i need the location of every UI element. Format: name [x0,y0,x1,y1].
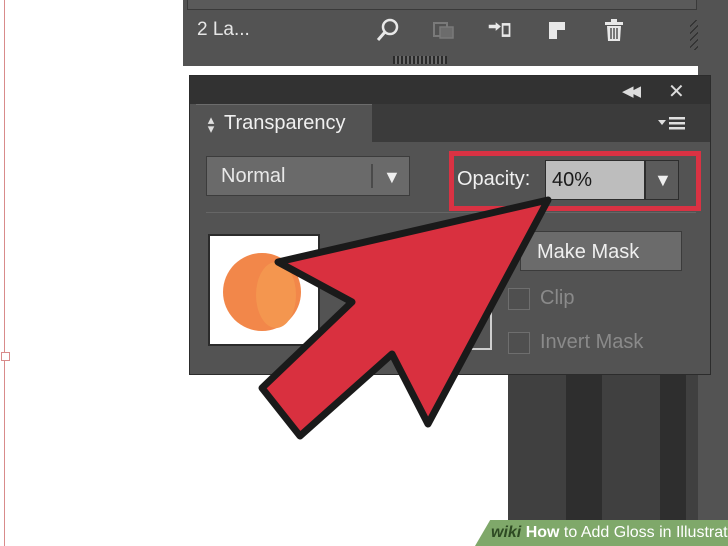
blend-mode-value: Normal [221,165,286,187]
footer-title: to Add Gloss in Illustrator [563,524,728,541]
artboard-edge-line [0,0,5,546]
clip-label: Clip [540,287,575,309]
panel-menu-icon[interactable] [654,112,690,136]
layers-panel: 2 La... [183,0,728,66]
transparency-panel: ◀◀ ✕ ▴ ▾ Transparency Normal ▼ Opacity: 4… [190,76,710,374]
dropdown-arrow-icon[interactable]: ▼ [383,167,401,188]
clip-checkbox[interactable] [508,288,530,310]
make-clipping-mask-icon[interactable] [431,17,457,43]
footer-how: How [525,524,560,541]
blend-mode-select[interactable]: Normal ▼ [206,156,410,196]
make-mask-button[interactable]: Make Mask [520,231,682,271]
divider [206,212,696,213]
tab-transparency[interactable]: ▴ ▾ Transparency [196,104,372,142]
object-thumbnail[interactable] [208,234,320,346]
panel-header-bar[interactable]: ◀◀ ✕ [190,76,710,104]
layers-count-label: 2 La... [197,19,250,40]
layers-list-bottom [187,0,697,10]
trash-icon[interactable] [601,17,627,43]
footer-watermark: wiki How to Add Gloss in Illustrator [475,520,728,546]
footer-text: wiki How to Add Gloss in Illustrator [491,524,728,542]
collapse-panel-icon[interactable]: ◀◀ [622,82,641,100]
close-icon[interactable]: ✕ [668,79,685,104]
new-layer-icon[interactable] [545,17,571,43]
create-sublayer-icon[interactable] [487,17,513,43]
invert-mask-label: Invert Mask [540,331,644,353]
tab-label: Transparency [224,112,346,134]
invert-mask-checkbox[interactable] [508,332,530,354]
circle-highlight [256,262,296,328]
mask-thumbnail-placeholder [452,282,492,350]
search-icon[interactable] [375,17,401,43]
select-divider [371,164,373,188]
opacity-highlight-box [449,151,701,211]
wiki-logo: wiki [491,524,522,541]
selection-handle[interactable] [1,352,10,361]
tab-collapse-chevron-icon[interactable]: ▴ ▾ [204,113,218,135]
make-mask-label: Make Mask [537,241,640,263]
panel-resize-grip[interactable] [393,56,447,64]
